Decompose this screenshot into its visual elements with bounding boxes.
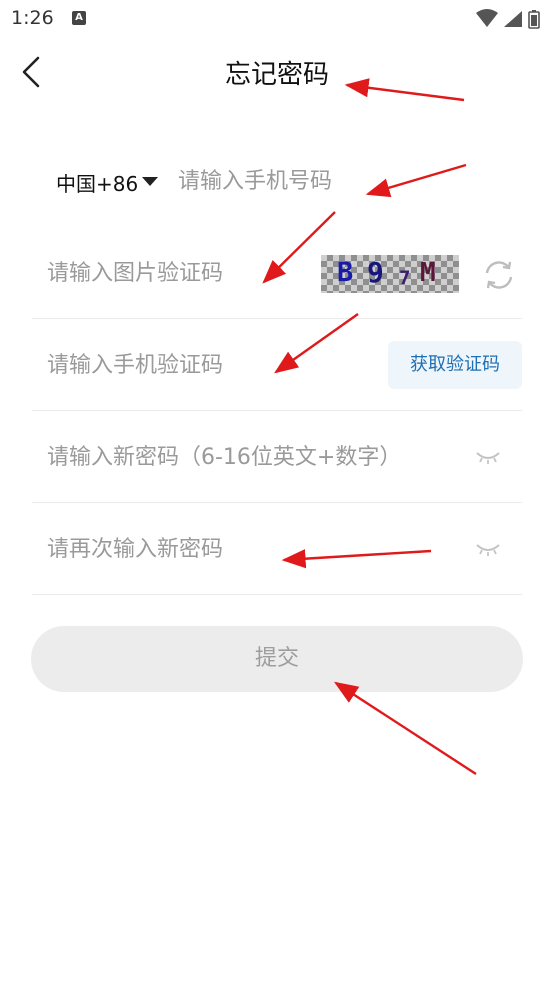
sms-code-input[interactable] <box>47 348 347 382</box>
captcha-char: 7 <box>399 267 411 289</box>
refresh-icon[interactable] <box>482 258 516 292</box>
image-captcha-input[interactable] <box>47 256 347 290</box>
annotation-arrow <box>333 681 477 776</box>
status-time: 1:26 <box>11 7 54 29</box>
get-code-button[interactable]: 获取验证码 <box>388 341 522 389</box>
header-bar: 忘记密码 <box>0 42 554 102</box>
eye-closed-icon[interactable] <box>474 540 502 558</box>
page-title: 忘记密码 <box>224 60 329 90</box>
signal-icon <box>504 11 522 27</box>
status-bar: 1:26 A <box>0 0 554 38</box>
wifi-icon <box>476 9 498 27</box>
captcha-char: B <box>337 257 354 288</box>
dropdown-triangle-icon[interactable] <box>142 177 158 186</box>
phone-row: 中国+86 <box>32 150 522 210</box>
submit-button[interactable]: 提交 <box>31 626 523 692</box>
captcha-char: M <box>420 258 436 288</box>
system-icons <box>476 9 540 29</box>
confirm-password-input[interactable] <box>47 532 347 566</box>
battery-icon <box>528 10 540 29</box>
new-password-input[interactable] <box>47 440 447 474</box>
sms-code-row: 获取验证码 <box>32 320 522 411</box>
image-captcha-row: B 9 7 M <box>32 228 522 319</box>
notification-icon: A <box>72 11 86 25</box>
eye-closed-icon[interactable] <box>474 448 502 466</box>
new-password-row <box>32 412 522 503</box>
captcha-char: 9 <box>367 256 384 289</box>
phone-input[interactable] <box>178 164 508 198</box>
confirm-password-row <box>32 504 522 595</box>
country-code-selector[interactable]: 中国+86 <box>56 168 138 197</box>
captcha-image[interactable]: B 9 7 M <box>321 255 459 293</box>
